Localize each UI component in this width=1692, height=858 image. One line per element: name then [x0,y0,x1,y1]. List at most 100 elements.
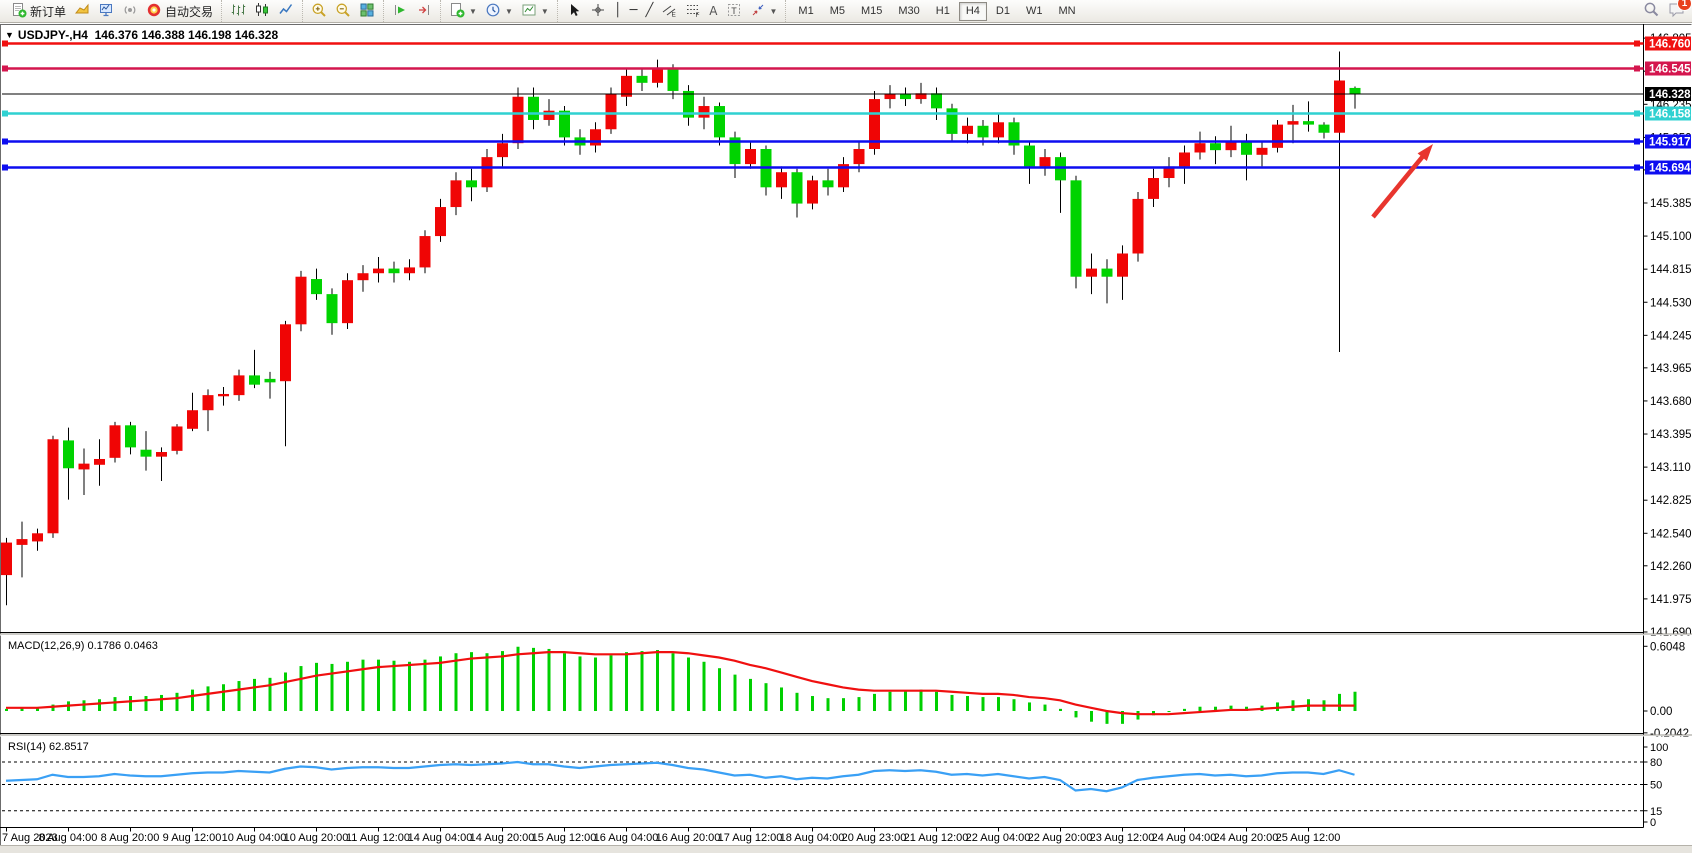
new-order-icon [11,2,27,21]
template-dropdown[interactable]: ▼ [517,0,553,22]
svg-text:11 Aug 12:00: 11 Aug 12:00 [346,832,410,844]
rsi-indicator-label: RSI(14) 62.8517 [8,741,89,753]
timeframe-button-H4[interactable]: H4 [959,2,987,21]
timeframe-button-M1[interactable]: M1 [791,2,820,21]
timeframe-button-M15[interactable]: M15 [854,2,889,21]
svg-text:9 Aug 12:00: 9 Aug 12:00 [163,832,222,844]
clock-icon [485,2,501,21]
horizontal-lines[interactable]: 146.760146.545146.158145.917145.694146.3… [2,37,1691,175]
market-watch-button[interactable] [94,0,118,22]
svg-text:145.100: 145.100 [1650,231,1692,243]
chevron-down-icon: ▼ [770,7,778,16]
svg-text:24 Aug 04:00: 24 Aug 04:00 [1152,832,1217,844]
new-order-button[interactable]: 新订单 [7,0,70,22]
notifications-button[interactable]: 1 [1668,1,1686,21]
toolbar-group-scroll [383,0,440,22]
svg-text:-0.2042: -0.2042 [1650,728,1689,740]
bars-icon [230,2,246,21]
auto-scroll-button[interactable] [388,0,412,22]
vertical-line-icon: │ [614,4,622,18]
svg-text:144.530: 144.530 [1650,297,1692,309]
svg-text:142.825: 142.825 [1650,495,1692,507]
text-icon: A [709,4,717,18]
svg-text:15 Aug 12:00: 15 Aug 12:00 [532,832,597,844]
tile-windows-button[interactable] [355,0,379,22]
signals-button[interactable] [118,0,142,22]
svg-text:16 Aug 04:00: 16 Aug 04:00 [594,832,659,844]
svg-text:141.690: 141.690 [1650,627,1692,639]
svg-text:143.680: 143.680 [1650,396,1692,408]
vertical-line-button[interactable]: │ [610,0,626,22]
template-icon [521,2,537,21]
chart-canvas[interactable]: 146.805146.520146.235145.950145.670145.3… [0,24,1692,853]
chevron-down-icon[interactable]: ▼ [5,30,14,40]
cursor-button[interactable] [562,0,586,22]
svg-text:145.917: 145.917 [1649,137,1691,149]
candlestick-chart-button[interactable] [250,0,274,22]
zoom-out-button[interactable] [331,0,355,22]
svg-text:25 Aug 12:00: 25 Aug 12:00 [1276,832,1341,844]
equidistant-channel-icon: E [661,2,677,21]
svg-text:21 Aug 12:00: 21 Aug 12:00 [904,832,969,844]
timeframe-button-M5[interactable]: M5 [823,2,852,21]
svg-text:14 Aug 20:00: 14 Aug 20:00 [470,832,535,844]
trend-arrow[interactable] [1373,144,1433,217]
svg-text:0.6048: 0.6048 [1650,641,1685,653]
svg-text:E: E [672,11,677,18]
svg-text:146.545: 146.545 [1649,64,1691,76]
svg-text:F: F [696,12,700,18]
channel-button[interactable]: E [657,0,681,22]
svg-text:15: 15 [1650,806,1662,818]
svg-text:8 Aug 04:00: 8 Aug 04:00 [39,832,98,844]
candlesticks-icon [254,2,270,21]
auto-trading-label: 自动交易 [165,3,213,20]
chart-ohlc-header: ▼ USDJPY-,H4 146.376 146.388 146.198 146… [5,28,278,42]
auto-scroll-icon [392,2,408,21]
chart-shift-icon [416,2,432,21]
chart-profile-button[interactable] [70,0,94,22]
search-icon[interactable] [1643,1,1660,21]
chart-shift-button[interactable] [412,0,436,22]
line-chart-button[interactable] [274,0,298,22]
profile-icon [74,2,90,21]
arrows-dropdown[interactable]: ▼ [746,0,782,22]
svg-text:18 Aug 04:00: 18 Aug 04:00 [780,832,845,844]
chevron-down-icon: ▼ [541,7,549,16]
zoom-in-icon [311,2,327,21]
zoom-out-icon [335,2,351,21]
chevron-down-icon: ▼ [505,7,513,16]
horizontal-line-button[interactable]: ─ [626,0,642,22]
text-button[interactable]: A [705,0,721,22]
period-dropdown[interactable]: ▼ [481,0,517,22]
crosshair-button[interactable] [586,0,610,22]
new-chart-dropdown[interactable]: ▼ [445,0,481,22]
fibonacci-icon: F [685,2,701,21]
text-label-button[interactable]: T [722,0,746,22]
svg-text:10 Aug 20:00: 10 Aug 20:00 [284,832,349,844]
svg-text:22 Aug 04:00: 22 Aug 04:00 [966,832,1031,844]
svg-text:143.110: 143.110 [1650,462,1691,474]
svg-text:10 Aug 04:00: 10 Aug 04:00 [222,832,287,844]
timeframe-button-W1[interactable]: W1 [1019,2,1050,21]
chevron-down-icon: ▼ [469,7,477,16]
svg-text:17 Aug 12:00: 17 Aug 12:00 [718,832,783,844]
zoom-in-button[interactable] [307,0,331,22]
svg-text:80: 80 [1650,757,1662,769]
timeframe-button-D1[interactable]: D1 [989,2,1017,21]
timeframe-button-MN[interactable]: MN [1051,2,1082,21]
arrows-icon [750,2,766,21]
svg-text:50: 50 [1650,780,1662,792]
bar-chart-button[interactable] [226,0,250,22]
svg-text:146.328: 146.328 [1649,89,1691,101]
svg-text:145.385: 145.385 [1650,198,1692,210]
timeframe-button-H1[interactable]: H1 [929,2,957,21]
svg-text:143.965: 143.965 [1650,363,1692,375]
trendline-button[interactable]: ╱ [641,0,657,22]
auto-trading-button[interactable]: 自动交易 [142,0,217,22]
fibonacci-button[interactable]: F [681,0,705,22]
time-axis[interactable]: 7 Aug 20238 Aug 04:008 Aug 20:009 Aug 12… [2,828,1340,845]
new-chart-icon [449,2,465,21]
timeframe-button-M30[interactable]: M30 [891,2,926,21]
svg-text:144.245: 144.245 [1650,330,1692,342]
candlestick-series [1,51,1361,605]
